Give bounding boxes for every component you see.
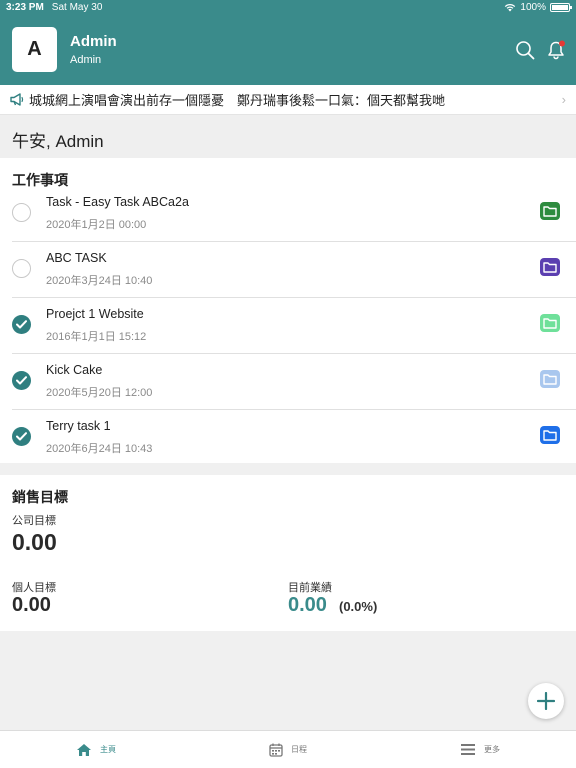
home-icon	[77, 743, 91, 756]
personal-target-label: 個人目標	[12, 582, 56, 594]
status-bar: 3:23 PM Sat May 30 100%	[0, 0, 576, 14]
avatar[interactable]: A	[12, 27, 57, 72]
tasks-title: 工作事項	[12, 172, 68, 188]
wifi-icon	[505, 3, 516, 11]
user-name: Admin	[70, 33, 117, 50]
search-icon[interactable]	[515, 40, 535, 60]
folder-icon[interactable]	[540, 370, 560, 388]
tab-more[interactable]: 更多	[384, 731, 576, 768]
sales-target-section: 銷售目標 公司目標 0.00 個人目標 0.00 目前業績 0.00 (0.0%…	[0, 475, 576, 631]
bell-icon[interactable]	[546, 40, 566, 60]
unread-dot	[559, 40, 565, 47]
task-list: Task - Easy Task ABCa2a 2020年1月2日 00:00 AB…	[0, 186, 576, 466]
tab-calendar-label: 日程	[291, 745, 307, 754]
personal-target-value: 0.00	[12, 594, 51, 616]
checkmark-icon	[16, 432, 27, 441]
tab-calendar[interactable]: 日程	[192, 731, 384, 768]
tab-home[interactable]: 主頁	[0, 731, 192, 768]
chevron-right-icon: ›	[561, 92, 566, 107]
task-row[interactable]: Proejct 1 Website 2016年1月1日 15:12	[12, 298, 576, 354]
tab-bar: 主頁 日程 更多	[0, 730, 576, 768]
task-date: 2020年6月24日 10:43	[46, 443, 153, 455]
task-checkbox[interactable]	[12, 203, 31, 222]
plus-icon	[537, 692, 555, 710]
task-row[interactable]: Task - Easy Task ABCa2a 2020年1月2日 00:00	[12, 186, 576, 242]
checkmark-icon	[16, 320, 27, 329]
tab-more-label: 更多	[484, 745, 500, 754]
task-checkbox-checked[interactable]	[12, 371, 31, 390]
task-row[interactable]: Terry task 1 2020年6月24日 10:43	[12, 410, 576, 466]
sales-title: 銷售目標	[12, 489, 68, 505]
announcement-text: 城城網上演唱會演出前存一個隱憂 鄭丹瑞事後鬆一口氣：個天都幫我哋	[29, 93, 446, 108]
task-name: Task - Easy Task ABCa2a	[46, 195, 189, 209]
status-right: 100%	[504, 1, 572, 13]
announcement-bar[interactable]: 城城網上演唱會演出前存一個隱憂 鄭丹瑞事後鬆一口氣：個天都幫我哋 ›	[0, 85, 576, 115]
current-performance-label: 目前業績	[288, 582, 332, 594]
task-date: 2016年1月1日 15:12	[46, 331, 147, 343]
status-time: 3:23 PM	[6, 1, 44, 13]
menu-icon	[461, 744, 475, 755]
user-role: Admin	[70, 54, 102, 66]
task-date: 2020年1月2日 00:00	[46, 219, 147, 231]
task-name: Proejct 1 Website	[46, 307, 144, 321]
current-performance-value: 0.00	[288, 594, 327, 616]
tasks-section: 工作事項 Task - Easy Task ABCa2a 2020年1月2日 00…	[0, 158, 576, 463]
company-target-label: 公司目標	[12, 515, 56, 527]
task-checkbox[interactable]	[12, 259, 31, 278]
task-name: Kick Cake	[46, 363, 103, 377]
tab-home-label: 主頁	[100, 745, 116, 754]
folder-icon[interactable]	[540, 314, 560, 332]
task-row[interactable]: ABC TASK 2020年3月24日 10:40	[12, 242, 576, 298]
calendar-icon	[269, 743, 283, 757]
company-target-value: 0.00	[12, 529, 57, 555]
folder-icon[interactable]	[540, 426, 560, 444]
current-performance-percent: (0.0%)	[339, 599, 378, 614]
add-button[interactable]	[528, 683, 564, 719]
checkmark-icon	[16, 376, 27, 385]
task-row[interactable]: Kick Cake 2020年5月20日 12:00	[12, 354, 576, 410]
task-name: ABC TASK	[46, 251, 107, 265]
status-date: Sat May 30	[51, 1, 103, 13]
megaphone-icon	[10, 93, 24, 106]
folder-icon[interactable]	[540, 258, 560, 276]
task-date: 2020年3月24日 10:40	[46, 275, 153, 287]
greeting: 午安, Admin	[0, 115, 576, 158]
battery-icon	[550, 2, 572, 12]
app-header: A Admin Admin	[0, 14, 576, 85]
task-checkbox-checked[interactable]	[12, 315, 31, 334]
folder-icon[interactable]	[540, 202, 560, 220]
task-checkbox-checked[interactable]	[12, 427, 31, 446]
battery-percent: 100%	[520, 1, 546, 13]
task-date: 2020年5月20日 12:00	[46, 387, 153, 399]
task-name: Terry task 1	[46, 419, 111, 433]
